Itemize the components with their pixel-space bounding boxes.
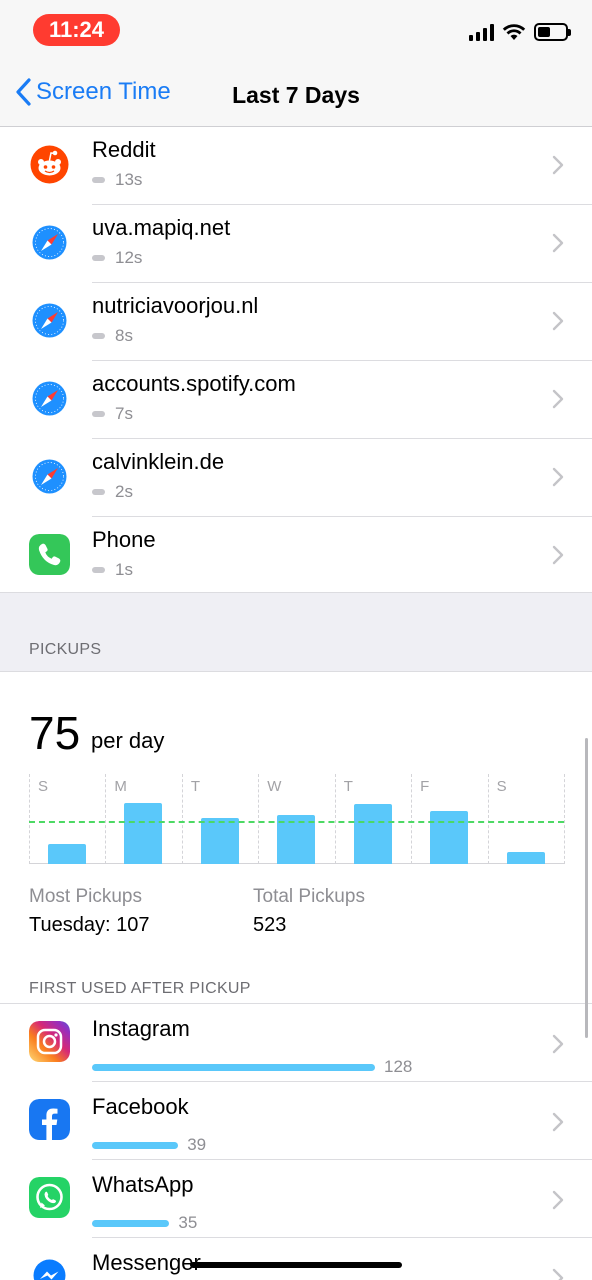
chevron-right-icon: [552, 1112, 564, 1132]
pickup-count-bar: 39: [92, 1135, 206, 1155]
most-pickups-label: Most Pickups: [29, 886, 142, 907]
cellular-signal-icon: [469, 23, 494, 41]
chart-bar[interactable]: [353, 803, 392, 864]
phone-icon: [29, 534, 70, 575]
chevron-right-icon: [552, 1268, 564, 1280]
chart-day-label: T: [343, 778, 353, 795]
chart-gridline: [258, 774, 260, 864]
chevron-right-icon: [552, 467, 564, 487]
chart-gridline: [411, 774, 413, 864]
list-item[interactable]: Instagram 128: [0, 1004, 592, 1082]
pickup-count: 39: [187, 1135, 207, 1154]
app-name: Messenger: [92, 1250, 201, 1275]
list-item[interactable]: uva.mapiq.net 12s: [0, 205, 592, 283]
chart-day-label: F: [420, 778, 430, 795]
chart-gridline: [334, 774, 336, 864]
chart-gridline: [564, 774, 565, 864]
reddit-icon: [29, 144, 70, 185]
app-name: Instagram: [92, 1016, 190, 1041]
app-usage-list: Reddit 13s uva.mapiq.net 12s nutriciavoo…: [0, 127, 592, 595]
whatsapp-icon: [29, 1177, 70, 1218]
status-time: 11:24: [33, 14, 120, 46]
chart-day-label: W: [267, 778, 282, 795]
chart-bar[interactable]: [124, 802, 163, 864]
nav-bar: Screen Time Last 7 Days: [0, 66, 592, 127]
pickup-count-bar: 35: [92, 1213, 197, 1233]
pickups-per-day-unit: per day: [91, 728, 165, 753]
pickups-per-day-value: 75: [29, 707, 81, 759]
battery-icon: [534, 23, 571, 41]
messenger-icon: [29, 1255, 70, 1280]
safari-icon: [29, 378, 70, 419]
app-name: nutriciavoorjou.nl: [92, 293, 259, 318]
app-time: 8s: [92, 326, 133, 346]
chevron-right-icon: [552, 545, 564, 565]
first-used-list: Instagram 128 Facebook 39 WhatsApp 35 Me…: [0, 1003, 592, 1280]
safari-icon: [29, 456, 70, 497]
chart-day-label: S: [496, 778, 507, 795]
chevron-right-icon: [552, 389, 564, 409]
app-name: WhatsApp: [92, 1172, 194, 1197]
app-name: Facebook: [92, 1094, 189, 1119]
pickups-card: 75 per day S M T W T F S Most Pickups Tuesday:…: [0, 672, 592, 997]
pickups-section-header: PICKUPS: [0, 592, 592, 672]
pickups-header: PICKUPS: [29, 641, 102, 658]
home-indicator[interactable]: [190, 1262, 402, 1268]
chart-gridline: [487, 774, 489, 864]
app-time: 1s: [92, 560, 133, 580]
list-item[interactable]: accounts.spotify.com 7s: [0, 361, 592, 439]
chevron-right-icon: [552, 311, 564, 331]
chart-day-label: S: [38, 778, 49, 795]
chart-gridline: [29, 774, 30, 864]
list-item[interactable]: nutriciavoorjou.nl 8s: [0, 283, 592, 361]
chevron-right-icon: [552, 233, 564, 253]
chart-bar[interactable]: [430, 810, 469, 864]
list-item[interactable]: calvinklein.de 2s: [0, 439, 592, 517]
chart-bar[interactable]: [506, 852, 545, 864]
scroll-indicator[interactable]: [585, 738, 588, 1038]
chart-bar[interactable]: [200, 818, 239, 864]
page-title: Last 7 Days: [232, 82, 360, 108]
first-used-header: FIRST USED AFTER PICKUP: [29, 980, 251, 997]
wifi-icon: [502, 24, 526, 40]
pickup-count-bar: 128: [92, 1057, 412, 1077]
app-time: 2s: [92, 482, 133, 502]
instagram-icon: [29, 1021, 70, 1062]
app-time: 13s: [92, 170, 142, 190]
app-name: uva.mapiq.net: [92, 215, 231, 240]
status-bar: 11:24: [0, 0, 592, 66]
chart-gridline: [105, 774, 107, 864]
list-item[interactable]: Facebook 39: [0, 1082, 592, 1160]
total-pickups-value: 523: [253, 914, 287, 936]
facebook-icon: [29, 1099, 70, 1140]
status-icons: [469, 23, 571, 41]
list-item[interactable]: WhatsApp 35: [0, 1160, 592, 1238]
chart-average-line: [29, 820, 564, 823]
safari-icon: [29, 300, 70, 341]
app-name: calvinklein.de: [92, 449, 225, 474]
safari-icon: [29, 222, 70, 263]
pickup-count: 128: [384, 1057, 413, 1076]
most-pickups-value: Tuesday: 107: [29, 914, 150, 936]
list-item[interactable]: Reddit 13s: [0, 127, 592, 205]
chart-day-label: M: [114, 778, 127, 795]
total-pickups-label: Total Pickups: [253, 886, 365, 907]
app-name: Phone: [92, 527, 156, 552]
app-name: accounts.spotify.com: [92, 371, 296, 396]
chart-bar[interactable]: [48, 844, 86, 864]
chevron-right-icon: [552, 1190, 564, 1210]
chart-gridline: [181, 774, 183, 864]
chevron-right-icon: [552, 155, 564, 175]
pickups-chart: SMTWTFS: [29, 774, 565, 864]
pickup-count: 35: [178, 1213, 198, 1232]
list-item[interactable]: Phone 1s: [0, 517, 592, 595]
app-time: 7s: [92, 404, 133, 424]
chevron-right-icon: [552, 1034, 564, 1054]
app-name: Reddit: [92, 137, 156, 162]
chart-day-label: T: [190, 778, 201, 795]
list-item[interactable]: Messenger: [0, 1238, 592, 1280]
app-time: 12s: [92, 248, 142, 268]
